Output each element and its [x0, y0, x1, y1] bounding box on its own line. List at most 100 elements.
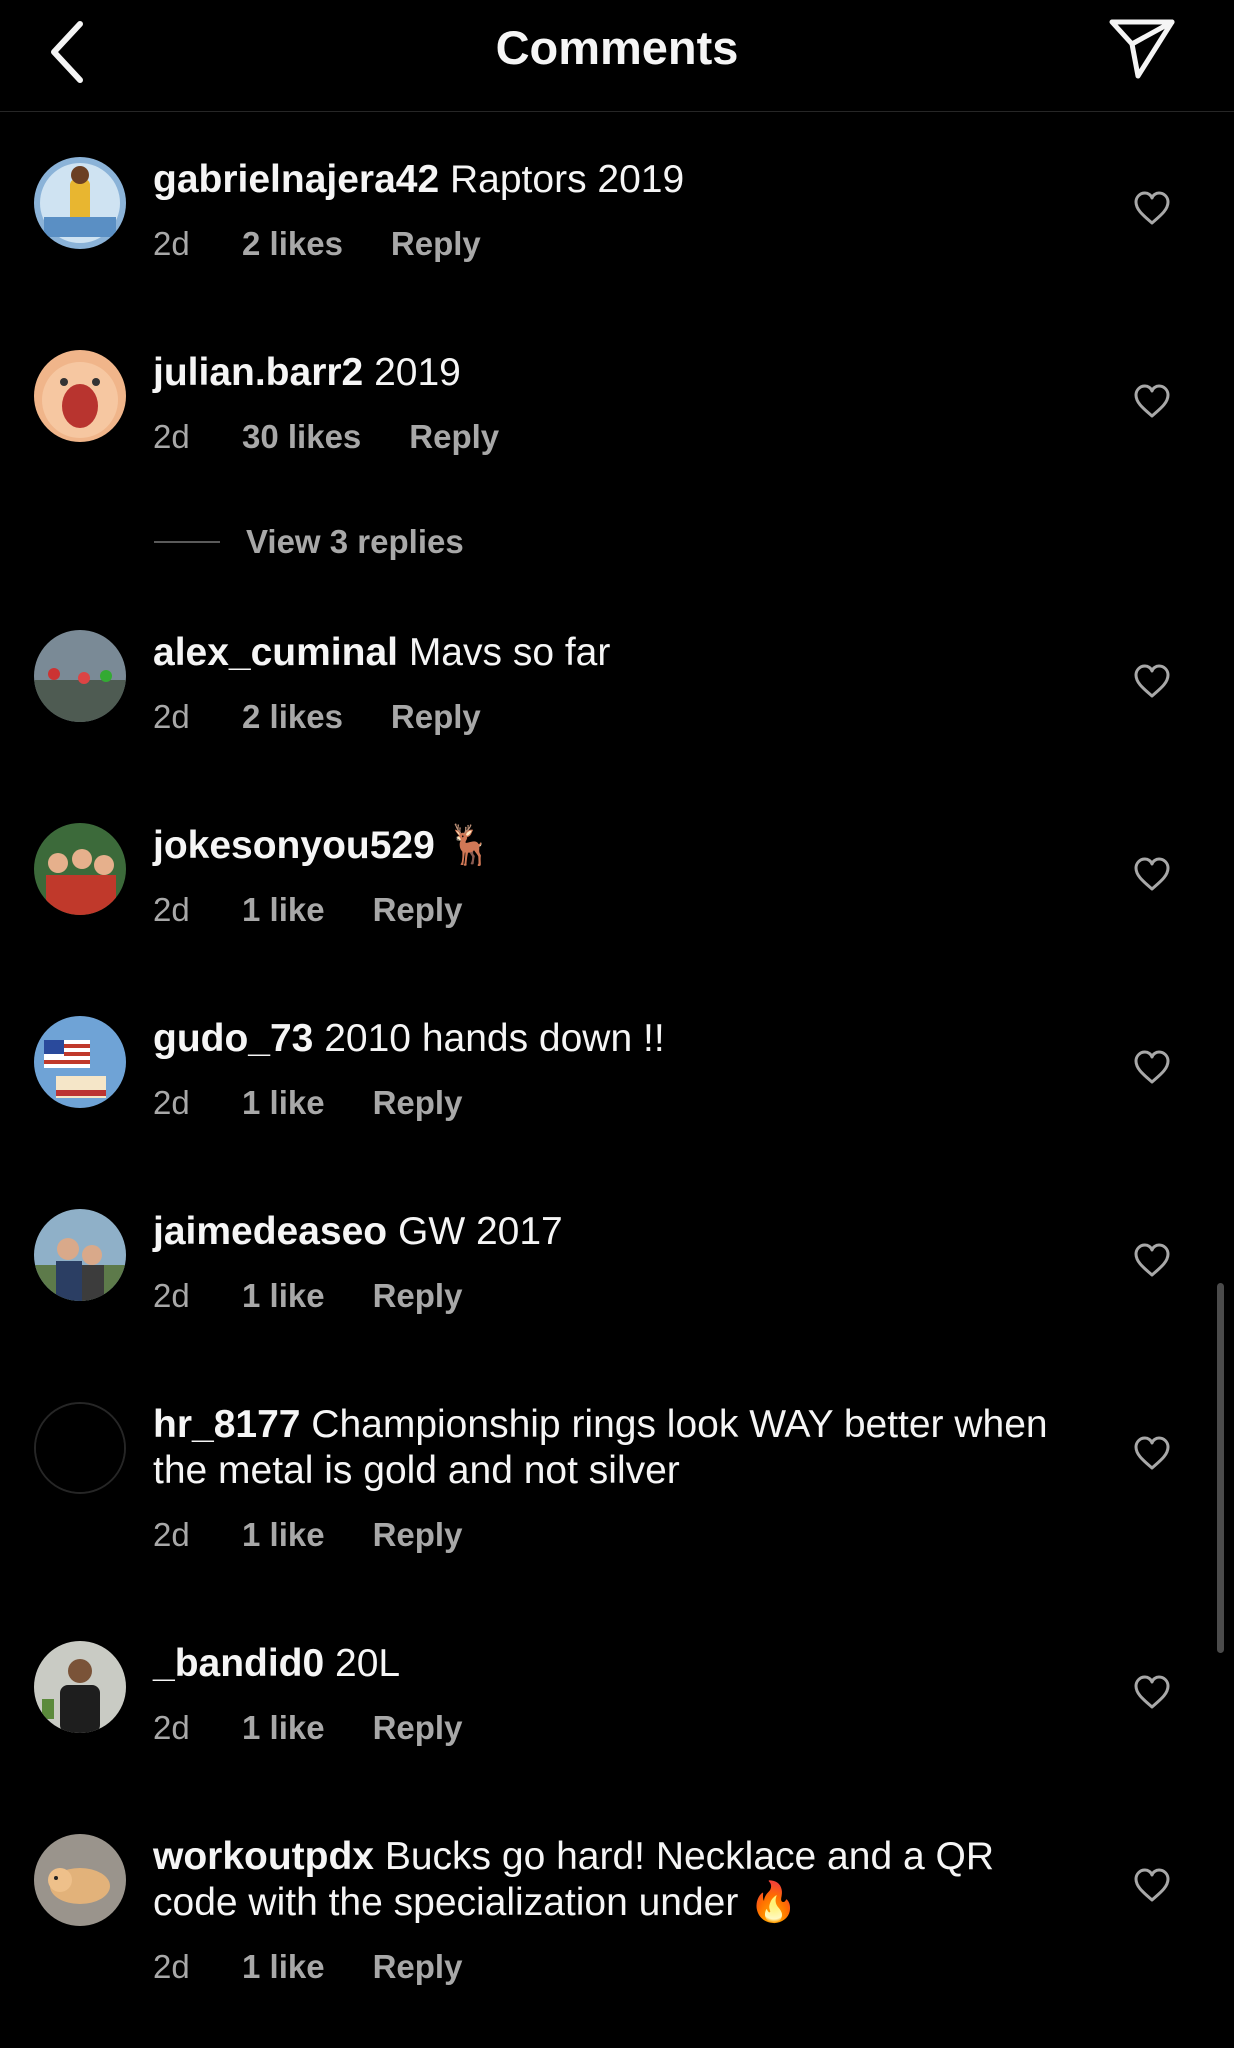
- comment-likes[interactable]: 1 like: [242, 1709, 325, 1747]
- comment-text: workoutpdx Bucks go hard! Necklace and a…: [153, 1834, 1073, 1926]
- comment-likes[interactable]: 1 like: [242, 1516, 325, 1554]
- reply-button[interactable]: Reply: [373, 1709, 463, 1747]
- comment-body: Mavs so far: [408, 631, 611, 674]
- comment-text: _bandid0 20L: [153, 1641, 1073, 1687]
- comment-likes[interactable]: 30 likes: [242, 418, 361, 456]
- avatar-image: [34, 157, 126, 249]
- avatar-image: [34, 823, 126, 915]
- heart-icon: [1134, 1436, 1170, 1470]
- like-button[interactable]: [1132, 382, 1172, 422]
- heart-icon: [1134, 1243, 1170, 1277]
- comment-body: 20L: [335, 1642, 401, 1685]
- comment-username[interactable]: workoutpdx: [153, 1835, 374, 1878]
- comment-meta: 2d 2 likes Reply: [153, 698, 481, 736]
- avatar[interactable]: [34, 630, 126, 722]
- comment-likes[interactable]: 1 like: [242, 1084, 325, 1122]
- comment-username[interactable]: alex_cuminal: [153, 631, 398, 674]
- avatar[interactable]: [34, 1209, 126, 1301]
- avatar-image: [34, 1016, 126, 1108]
- comment-username[interactable]: gudo_73: [153, 1017, 313, 1060]
- comment-likes[interactable]: 2 likes: [242, 698, 343, 736]
- heart-icon: [1134, 1868, 1170, 1902]
- comment-text: jaimedeaseo GW 2017: [153, 1209, 1073, 1255]
- avatar[interactable]: [34, 1641, 126, 1733]
- comment-time: 2d: [153, 1709, 190, 1746]
- heart-icon: [1134, 1675, 1170, 1709]
- comment-time: 2d: [153, 698, 190, 735]
- comment-body: Raptors 2019: [450, 158, 685, 201]
- comment-time: 2d: [153, 418, 190, 455]
- reply-button[interactable]: Reply: [373, 1277, 463, 1315]
- avatar[interactable]: [34, 1402, 126, 1494]
- comment-text: alex_cuminal Mavs so far: [153, 630, 1073, 676]
- heart-icon: [1134, 384, 1170, 418]
- comment-likes[interactable]: 2 likes: [242, 225, 343, 263]
- comment-username[interactable]: jaimedeaseo: [153, 1210, 387, 1253]
- avatar-image: [34, 630, 126, 722]
- avatar-image: [34, 1834, 126, 1926]
- comment-username[interactable]: _bandid0: [153, 1642, 324, 1685]
- reply-button[interactable]: Reply: [409, 418, 499, 456]
- avatar[interactable]: [34, 1834, 126, 1926]
- comment-meta: 2d 1 like Reply: [153, 1516, 462, 1554]
- reply-button[interactable]: Reply: [373, 891, 463, 929]
- comment-text: gudo_73 2010 hands down !!: [153, 1016, 1073, 1062]
- avatar[interactable]: [34, 350, 126, 442]
- reply-button[interactable]: Reply: [373, 1516, 463, 1554]
- comment-meta: 2d 1 like Reply: [153, 1084, 462, 1122]
- heart-icon: [1134, 857, 1170, 891]
- comment-meta: 2d 30 likes Reply: [153, 418, 499, 456]
- heart-icon: [1134, 191, 1170, 225]
- like-button[interactable]: [1132, 1434, 1172, 1474]
- avatar-image: [34, 350, 126, 442]
- avatar[interactable]: [34, 157, 126, 249]
- comment-text: jokesonyou529 🦌: [153, 823, 1073, 869]
- comment-likes[interactable]: 1 like: [242, 1277, 325, 1315]
- avatar-image: [34, 1209, 126, 1301]
- comment-meta: 2d 1 like Reply: [153, 1709, 462, 1747]
- like-button[interactable]: [1132, 1866, 1172, 1906]
- like-button[interactable]: [1132, 1673, 1172, 1713]
- comment-body: 2010 hands down !!: [324, 1017, 665, 1060]
- share-button[interactable]: [1104, 14, 1180, 84]
- comment-username[interactable]: julian.barr2: [153, 351, 363, 394]
- heart-icon: [1134, 664, 1170, 698]
- comment-meta: 2d 1 like Reply: [153, 891, 462, 929]
- comment-text: hr_8177 Championship rings look WAY bett…: [153, 1402, 1073, 1494]
- reply-button[interactable]: Reply: [373, 1948, 463, 1986]
- avatar[interactable]: [34, 823, 126, 915]
- comment-body: 2019: [374, 351, 461, 394]
- comment-time: 2d: [153, 225, 190, 262]
- comment-time: 2d: [153, 1516, 190, 1553]
- scrollbar[interactable]: [1217, 1283, 1224, 1653]
- comment-body: 🦌: [445, 824, 495, 867]
- reply-button[interactable]: Reply: [373, 1084, 463, 1122]
- comment-username[interactable]: jokesonyou529: [153, 824, 435, 867]
- reply-button[interactable]: Reply: [391, 698, 481, 736]
- comment-meta: 2d 2 likes Reply: [153, 225, 481, 263]
- comment-username[interactable]: gabrielnajera42: [153, 158, 439, 201]
- like-button[interactable]: [1132, 189, 1172, 229]
- page-title: Comments: [495, 21, 739, 74]
- comment-body: GW 2017: [397, 1210, 563, 1253]
- comment-username[interactable]: hr_8177: [153, 1403, 300, 1446]
- like-button[interactable]: [1132, 855, 1172, 895]
- comment-meta: 2d 1 like Reply: [153, 1277, 462, 1315]
- reply-button[interactable]: Reply: [391, 225, 481, 263]
- avatar[interactable]: [34, 1016, 126, 1108]
- comment-meta: 2d 1 like Reply: [153, 1948, 462, 1986]
- comment-time: 2d: [153, 1277, 190, 1314]
- replies-divider-line: [154, 541, 220, 543]
- comment-text: julian.barr2 2019: [153, 350, 1073, 396]
- like-button[interactable]: [1132, 1241, 1172, 1281]
- avatar-image: [34, 1641, 126, 1733]
- comment-time: 2d: [153, 891, 190, 928]
- comments-screen: Comments gabrielnajera42 Raptors 2019 2d…: [0, 0, 1234, 2048]
- comment-likes[interactable]: 1 like: [242, 891, 325, 929]
- view-replies-label: View 3 replies: [246, 523, 464, 560]
- paper-plane-icon: [1109, 19, 1175, 79]
- heart-icon: [1134, 1050, 1170, 1084]
- like-button[interactable]: [1132, 1048, 1172, 1088]
- comment-likes[interactable]: 1 like: [242, 1948, 325, 1986]
- like-button[interactable]: [1132, 662, 1172, 702]
